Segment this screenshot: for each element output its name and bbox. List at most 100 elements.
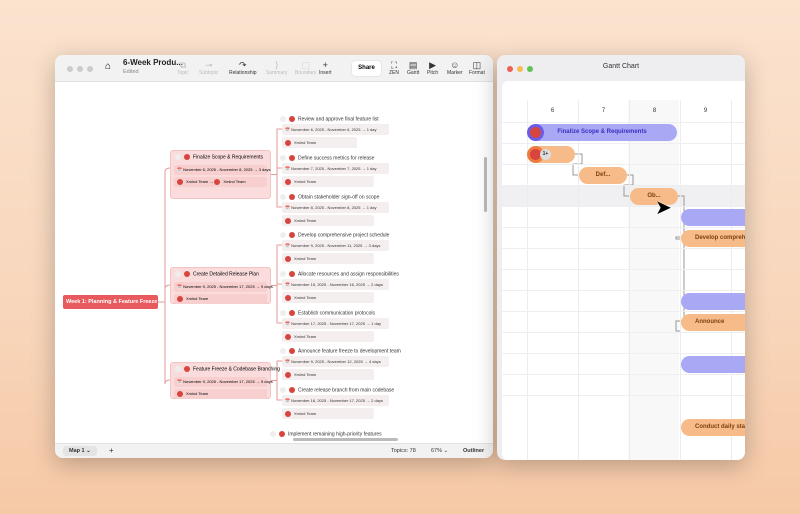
gantt-task-bar[interactable]: Conduct daily sta xyxy=(681,419,745,436)
avatar xyxy=(285,139,291,146)
assignee[interactable]: Xmind Team xyxy=(282,215,374,226)
subtopic[interactable]: Allocate resources and assign responsibi… xyxy=(280,271,399,277)
toolbar-insert-button[interactable]: + Insert xyxy=(319,60,332,76)
toolbar-pitch-button[interactable]: ▶ Pitch xyxy=(427,60,438,76)
assignee[interactable]: Xmind Team xyxy=(282,137,357,148)
expand-icon[interactable] xyxy=(280,155,286,161)
toolbar-boundary-button[interactable]: ⬚ Boundary xyxy=(295,60,316,76)
subtopic[interactable]: Obtain stakeholder sign-off on scope xyxy=(280,194,379,200)
expand-icon[interactable] xyxy=(270,431,276,437)
assignee[interactable]: Xmind Team xyxy=(282,408,374,419)
gantt-parent-bar[interactable] xyxy=(681,356,745,373)
subtopic[interactable]: Develop comprehensive project schedule xyxy=(280,232,389,238)
gantt-task-bar[interactable]: Develop compreh xyxy=(681,230,745,247)
main-topic[interactable]: Feature Freeze & Codebase Branching 📅 Nov… xyxy=(170,362,280,400)
subtopic[interactable]: Implement remaining high-priority featur… xyxy=(270,431,382,437)
toolbar-subtopic-button[interactable]: ⊸ Subtopic xyxy=(199,60,218,76)
vertical-scrollbar[interactable] xyxy=(484,157,487,212)
toolbar-marker-button[interactable]: ☺ Marker xyxy=(447,60,463,76)
date-range[interactable]: 📅 November 6, 2025 - November 8, 2025 → … xyxy=(174,165,271,176)
collapse-icon[interactable] xyxy=(175,366,181,372)
team: Xmind Team xyxy=(186,179,209,185)
toolbar-summary-button[interactable]: ⟩ Summary xyxy=(266,60,287,76)
pitch-icon: ▶ xyxy=(429,60,437,70)
document-status: Edited xyxy=(123,69,139,75)
assignee[interactable]: Xmind Team xyxy=(282,369,374,380)
gantt-chart[interactable]: 6 7 8 9 Finalize Scope & Requirements 1+ Def..… xyxy=(502,81,745,460)
expand-icon[interactable] xyxy=(280,348,286,354)
home-icon[interactable]: ⌂ xyxy=(105,61,111,72)
bar-label: Conduct daily sta xyxy=(695,424,745,430)
bar-label: Announce xyxy=(695,319,725,325)
dates: November 6, 2025 - November 6, 2025 xyxy=(291,127,361,132)
assignee[interactable]: Xmind Team xyxy=(282,331,374,342)
subtopic[interactable]: Review and approve final feature list xyxy=(280,116,379,122)
toolbar-gantt-button[interactable]: ▤ Gantt xyxy=(407,60,419,76)
assignee[interactable]: Xmind Team xyxy=(174,294,267,305)
day-header: 9 xyxy=(703,108,708,114)
date-range[interactable]: 📅 November 6, 2025 - November 6, 2025 → … xyxy=(282,124,389,135)
duration: 4 days xyxy=(368,359,381,364)
day-header: 6 xyxy=(550,108,555,114)
subtopic[interactable]: Define success metrics for release xyxy=(280,155,374,161)
gantt-parent-bar[interactable] xyxy=(681,293,745,310)
main-topic[interactable]: Create Detailed Release Plan 📅 November 9… xyxy=(170,267,273,305)
expand-icon[interactable] xyxy=(280,232,286,238)
mindmap-window: ⌂ 6-Week Produ... Edited ⧉ Topic ⊸ Subtopic… xyxy=(55,55,493,458)
xmind-icon xyxy=(289,116,295,122)
date-range[interactable]: 📅 November 9, 2025 - November 17, 2025 →… xyxy=(174,282,273,293)
minimize-button[interactable] xyxy=(77,66,83,72)
zoom-button[interactable] xyxy=(87,66,93,72)
gantt-task-bar[interactable]: 1+ xyxy=(527,146,575,163)
connector-lines xyxy=(158,128,282,401)
assignee[interactable]: Xmind Team xyxy=(282,292,374,303)
gantt-parent-bar[interactable] xyxy=(681,209,745,226)
collapse-icon[interactable] xyxy=(175,154,181,160)
date-range[interactable]: 📅 November 9, 2025 - November 17, 2025 →… xyxy=(174,377,273,388)
subtopic[interactable]: Establish communication protocols xyxy=(280,310,375,316)
expand-icon[interactable] xyxy=(280,271,286,277)
expand-icon[interactable] xyxy=(280,310,286,316)
subtopic[interactable]: Announce feature freeze to development t… xyxy=(280,348,401,354)
date-range[interactable]: 📅 November 15, 2025 - November 16, 2025 … xyxy=(282,279,389,290)
avatar xyxy=(214,179,221,186)
expand-icon[interactable] xyxy=(280,116,286,122)
document-title[interactable]: 6-Week Produ... xyxy=(123,58,183,67)
date-range[interactable]: 📅 November 9, 2025 - November 12, 2025 →… xyxy=(282,356,389,367)
date-range[interactable]: 📅 November 16, 2025 - November 17, 2025 … xyxy=(282,395,389,406)
outliner-button[interactable]: Outliner xyxy=(463,448,484,454)
assignee[interactable]: Xmind Team xyxy=(174,389,267,400)
toolbar-label: Insert xyxy=(319,70,332,76)
zoom-level[interactable]: 67% ⌄ xyxy=(431,448,448,454)
gantt-task-bar[interactable]: Announce xyxy=(681,314,745,331)
mindmap-canvas[interactable]: Week 1: Planning & Feature Freeze Finali… xyxy=(55,82,493,443)
expand-icon[interactable] xyxy=(280,194,286,200)
toolbar-topic-button[interactable]: ⧉ Topic xyxy=(177,60,189,76)
date-range[interactable]: 📅 November 17, 2025 - November 17, 2025 … xyxy=(282,318,389,329)
dates: November 15, 2025 - November 16, 2025 xyxy=(291,282,365,287)
topic-icon: ⧉ xyxy=(179,60,187,70)
toolbar-relationship-button[interactable]: ↷ Relationship xyxy=(229,60,257,76)
root-topic[interactable]: Week 1: Planning & Feature Freeze xyxy=(63,295,158,309)
gantt-task-bar[interactable]: Def... xyxy=(579,167,627,184)
assignee[interactable]: Xmind Team xyxy=(282,176,374,187)
date-range[interactable]: 📅 November 9, 2025 - November 11, 2025 →… xyxy=(282,240,389,251)
bar-label: Develop compreh xyxy=(695,235,745,241)
topic-title: Create Detailed Release Plan xyxy=(193,271,259,278)
expand-icon[interactable] xyxy=(280,387,286,393)
main-topic[interactable]: Finalize Scope & Requirements 📅 November … xyxy=(170,150,271,199)
gantt-parent-bar[interactable]: Finalize Scope & Requirements xyxy=(527,124,677,141)
toolbar-zen-button[interactable]: ⛶ ZEN xyxy=(389,60,399,76)
assignee[interactable]: Xmind Team xyxy=(282,253,374,264)
close-button[interactable] xyxy=(67,66,73,72)
subtopic[interactable]: Create release branch from main codebase xyxy=(280,387,394,393)
date-range[interactable]: 📅 November 7, 2025 - November 7, 2025 → … xyxy=(282,163,389,174)
date-range[interactable]: 📅 November 8, 2025 - November 8, 2025 → … xyxy=(282,202,389,213)
collapse-icon[interactable] xyxy=(175,271,181,277)
assignee[interactable]: Xmind Team → Xmind Team xyxy=(174,177,267,188)
add-sheet-icon[interactable]: + xyxy=(109,446,114,455)
toolbar-format-button[interactable]: ◫ Format xyxy=(469,60,485,76)
map-tab[interactable]: Map 1 ⌄ xyxy=(63,446,97,456)
share-button[interactable]: Share xyxy=(352,61,381,76)
horizontal-scrollbar[interactable] xyxy=(293,438,398,441)
